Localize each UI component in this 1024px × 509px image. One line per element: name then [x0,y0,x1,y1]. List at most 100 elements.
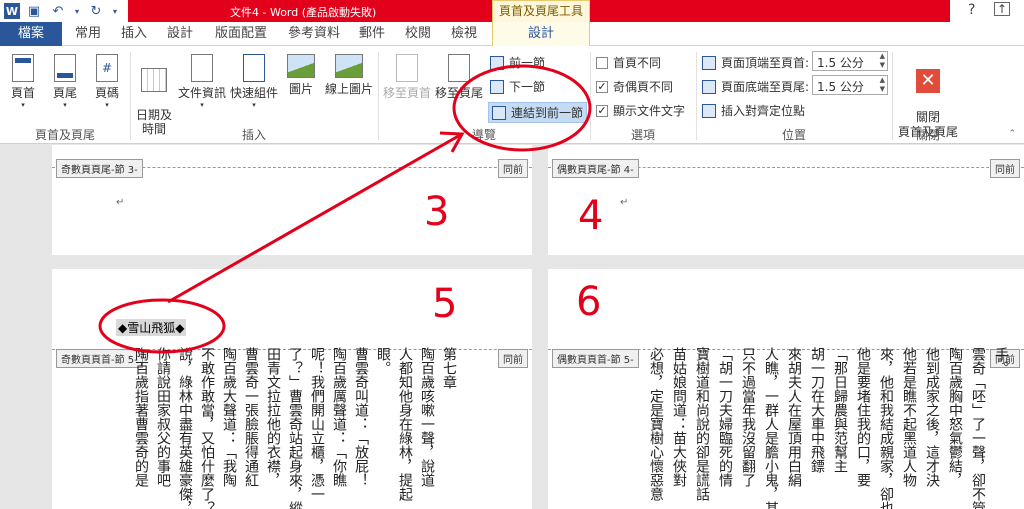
text-column[interactable]: 只不過當年我沒留翻了 [739,347,757,487]
close-icon: ✕ [916,69,940,93]
restore-icon[interactable]: ↑ [994,2,1010,16]
document-info-button[interactable]: 文件資訊 ▾ [176,54,228,109]
page-number-label: 頁碼 [94,86,119,100]
goto-footer-button[interactable]: 移至頁尾 [434,54,484,101]
online-pictures-button[interactable]: 線上圖片 [322,54,376,97]
calendar-icon [141,68,167,92]
annotation-number-4: 4 [578,193,604,239]
text-column[interactable]: 來，他和我結成親家，卻也 [877,347,895,509]
goto-footer-label: 移至頁尾 [434,86,483,100]
quick-parts-icon [243,54,265,82]
text-column[interactable]: 他到成家之後，這才決 [923,347,941,487]
text-column[interactable]: 「胡一刀夫婦臨死的情 [716,347,734,487]
customize-qat-icon[interactable]: ▾ [110,1,120,21]
same-as-previous-tag: 同前 [498,349,528,368]
text-column[interactable]: 你請說田家叔父的事吧 [154,347,172,487]
different-odd-even-checkbox[interactable]: ✓ [596,80,608,93]
tab-home[interactable]: 常用 [68,22,108,46]
page-5[interactable]: ◆雪山飛狐◆ 奇數頁頁首-節 5- 同前 第七章 陶百歲咳嗽一聲，說道 人都知他身在… [52,269,532,509]
header-position-spinner[interactable]: 1.5 公分 ▲ ▼ [812,51,888,71]
group-label-close: 關閉 [915,128,940,142]
text-column[interactable]: 胡一刀在大車中飛鏢 [808,347,826,473]
text-column[interactable]: 寶樹道和尚說的卻是謊話 [693,347,711,501]
text-column[interactable]: 眼。 [374,347,392,375]
tab-header-footer-design[interactable]: 設計 [492,22,590,46]
spinner-arrows-icon[interactable]: ▲ ▼ [880,52,885,70]
page-6[interactable]: 偶數頁頁首-節 5- 同前 手。 雲奇「呸」了一聲，卻不管 陶百歲胸中怒氣鬱結， 他到… [548,269,1024,509]
different-odd-even-option[interactable]: ✓ 奇偶頁不同 [596,78,673,95]
word-icon[interactable]: W [4,3,20,19]
text-column[interactable]: 曹雲奇叫道：「放屁！ [352,347,370,487]
pictures-button[interactable]: 圖片 [284,54,318,97]
goto-header-button[interactable]: 移至頁首 [382,54,432,101]
show-document-text-option[interactable]: ✓ 顯示文件文字 [596,102,685,119]
footer-position-value: 1.5 公分 [817,80,864,94]
text-column[interactable]: 手。 [992,347,1010,375]
text-column[interactable]: 「那日歸農與范幫主 [831,347,849,473]
tab-insert[interactable]: 插入 [114,22,154,46]
tab-review[interactable]: 校閱 [398,22,438,46]
paragraph-mark: ↵ [116,197,125,208]
text-column[interactable]: 來胡夫人在屋頂用白絹 [785,347,803,487]
undo-dropdown-icon[interactable]: ▾ [72,1,82,21]
text-column[interactable]: 陶百歲指著曹雲奇的是 [132,347,150,487]
text-column[interactable]: 陶百歲大聲道：「我陶 [220,347,238,487]
text-column[interactable]: 陶百歲咳嗽一聲，說道 [418,347,436,487]
header-field[interactable]: ◆雪山飛狐◆ [116,319,187,336]
tab-design-doc[interactable]: 設計 [160,22,200,46]
tab-references[interactable]: 參考資料 [282,22,346,46]
text-column[interactable]: 說，綠林中盡有英雄豪傑， [176,347,194,509]
group-label-position: 位置 [781,128,806,142]
footer-position-spinner[interactable]: 1.5 公分 ▲ ▼ [812,75,888,95]
tab-layout[interactable]: 版面配置 [208,22,274,46]
save-icon[interactable]: ▣ [24,1,44,21]
different-first-page-checkbox[interactable] [596,56,608,69]
picture-icon [287,54,315,78]
tab-file[interactable]: 檔案 [0,22,62,46]
ribbon: 頁首 ▾ 頁尾 ▾ # 頁碼 ▾ 頁首及頁尾 日期及 時間 文件資訊 ▾ 快速組… [0,46,1024,144]
footer-position-icon [702,79,716,94]
show-document-text-checkbox[interactable]: ✓ [596,104,608,117]
footer-icon [54,54,76,82]
text-column[interactable]: 他若是瞧不起黑道人物 [900,347,918,487]
help-icon[interactable]: ? [968,2,975,18]
page-4-bottom[interactable]: 偶數頁頁尾-節 4- 同前 ↵ [548,145,1024,255]
next-section-button[interactable]: 下一節 [490,78,545,95]
text-column[interactable]: 陶百歲厲聲道：「你瞧 [330,347,348,487]
text-column[interactable]: 雲奇「呸」了一聲，卻不管 [969,347,987,509]
text-column[interactable]: 陶百歲胸中怒氣鬱結， [946,347,964,487]
collapse-ribbon-icon[interactable]: ⌃ [1008,129,1016,139]
title-bar: W ▣ ↶ ▾ ↻ ▾ 文件4 - Word (產品啟動失敗) 頁首及頁尾工具 … [0,0,1024,22]
text-column[interactable]: 苗姑娘問道：苗大俠對 [670,347,688,487]
text-column[interactable]: 人都知他身在綠林，提起 [396,347,414,501]
tab-view[interactable]: 檢視 [444,22,484,46]
page-number-button[interactable]: # 頁碼 ▾ [90,54,124,109]
text-column[interactable]: 必想，定是寶樹心懷惡意 [647,347,665,501]
different-first-page-option[interactable]: 首頁不同 [596,54,661,71]
quick-parts-button[interactable]: 快速組件 ▾ [228,54,280,109]
link-to-previous-button[interactable]: 連結到前一節 [488,102,588,123]
header-label: 頁首 [10,86,35,100]
page-3-bottom[interactable]: 奇數頁頁尾-節 3- 同前 ↵ [52,145,532,255]
text-column[interactable]: 他是要堵住我的口，要 [854,347,872,487]
header-footer-tools-label: 頁首及頁尾工具 [492,0,590,22]
text-column[interactable]: 了？」曹雲奇站起身來，縱 [286,347,304,509]
undo-icon[interactable]: ↶ [48,1,68,21]
footer-button[interactable]: 頁尾 ▾ [48,54,82,109]
header-position-row: 頁面頂端至頁首: [702,54,809,71]
page-6-body-text[interactable]: 手。 雲奇「呸」了一聲，卻不管 陶百歲胸中怒氣鬱結， 他到成家之後，這才決 他若是瞧不起… [636,347,1012,509]
redo-icon[interactable]: ↻ [86,1,106,21]
spinner-arrows-icon[interactable]: ▲ ▼ [880,76,885,94]
text-column[interactable]: 不敢作敢當，又怕什麼了？ [198,347,216,509]
previous-section-button[interactable]: 前一節 [490,54,545,71]
insert-alignment-tab-button[interactable]: 插入對齊定位點 [702,102,805,119]
tab-mailings[interactable]: 郵件 [352,22,392,46]
text-column[interactable]: 田青文拉拉他的衣襟， [264,347,282,487]
quick-access-toolbar: W ▣ ↶ ▾ ↻ ▾ [0,0,120,22]
text-column[interactable]: 呢！我們開山立櫃，憑一 [308,347,326,501]
header-button[interactable]: 頁首 ▾ [6,54,40,109]
text-column[interactable]: 曹雲奇一張臉脹得通紅 [242,347,260,487]
text-column[interactable]: 人瞧，一群人是膽小鬼，甚 [762,347,780,509]
page-5-body-text[interactable]: 第七章 陶百歲咳嗽一聲，說道 人都知他身在綠林，提起 眼。 曹雲奇叫道：「放屁！ 陶百歲厲… [130,347,460,509]
text-column[interactable]: 第七章 [440,347,458,389]
